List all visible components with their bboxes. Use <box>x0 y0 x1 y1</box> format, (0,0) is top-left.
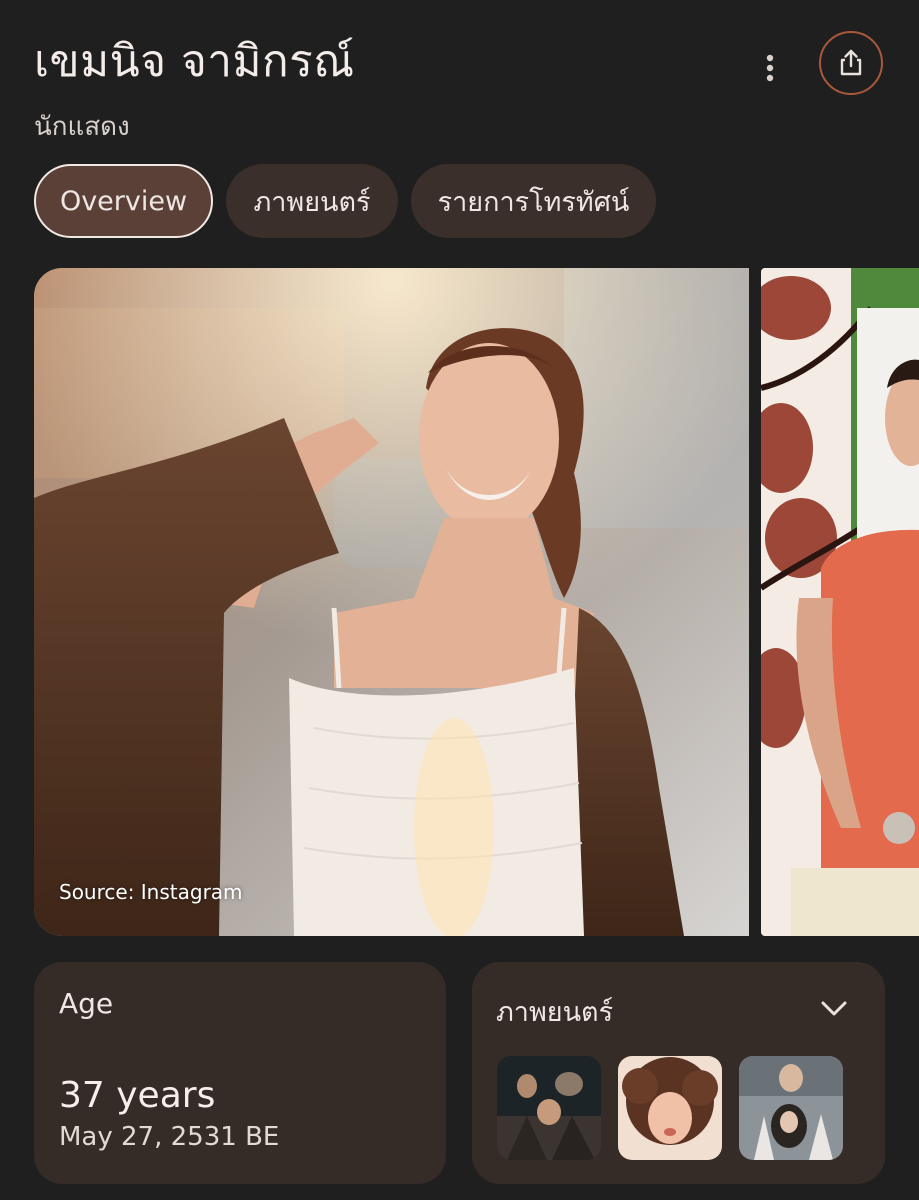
more-options-button[interactable] <box>748 46 792 90</box>
image-source-label: Source: Instagram <box>59 880 243 904</box>
age-card[interactable]: Age 37 years May 27, 2531 BE <box>34 962 446 1184</box>
movie-thumbnail[interactable] <box>618 1056 722 1160</box>
share-icon <box>840 49 862 76</box>
page-title: เขมนิจ จามิกรณ์ <box>34 36 355 87</box>
age-label: Age <box>59 987 114 1020</box>
movie-thumbnail[interactable] <box>739 1056 843 1160</box>
main-photo[interactable] <box>34 268 749 936</box>
more-vertical-icon <box>766 54 774 82</box>
birth-date: May 27, 2531 BE <box>59 1122 280 1152</box>
tab-tv-shows[interactable]: รายการโทรทัศน์ <box>411 164 656 238</box>
movies-card-title: ภาพยนตร์ <box>496 997 614 1028</box>
tab-overview[interactable]: Overview <box>34 164 213 238</box>
expand-movies-button[interactable] <box>817 992 851 1026</box>
age-value: 37 years <box>59 1075 216 1116</box>
chevron-down-icon <box>821 1001 847 1016</box>
movies-card[interactable]: ภาพยนตร์ <box>472 962 885 1184</box>
page-subtitle: นักแสดง <box>34 112 130 142</box>
movie-thumbnail[interactable] <box>497 1056 601 1160</box>
tab-movies[interactable]: ภาพยนตร์ <box>226 164 398 238</box>
secondary-photo[interactable] <box>761 268 919 936</box>
share-button[interactable] <box>819 31 883 95</box>
